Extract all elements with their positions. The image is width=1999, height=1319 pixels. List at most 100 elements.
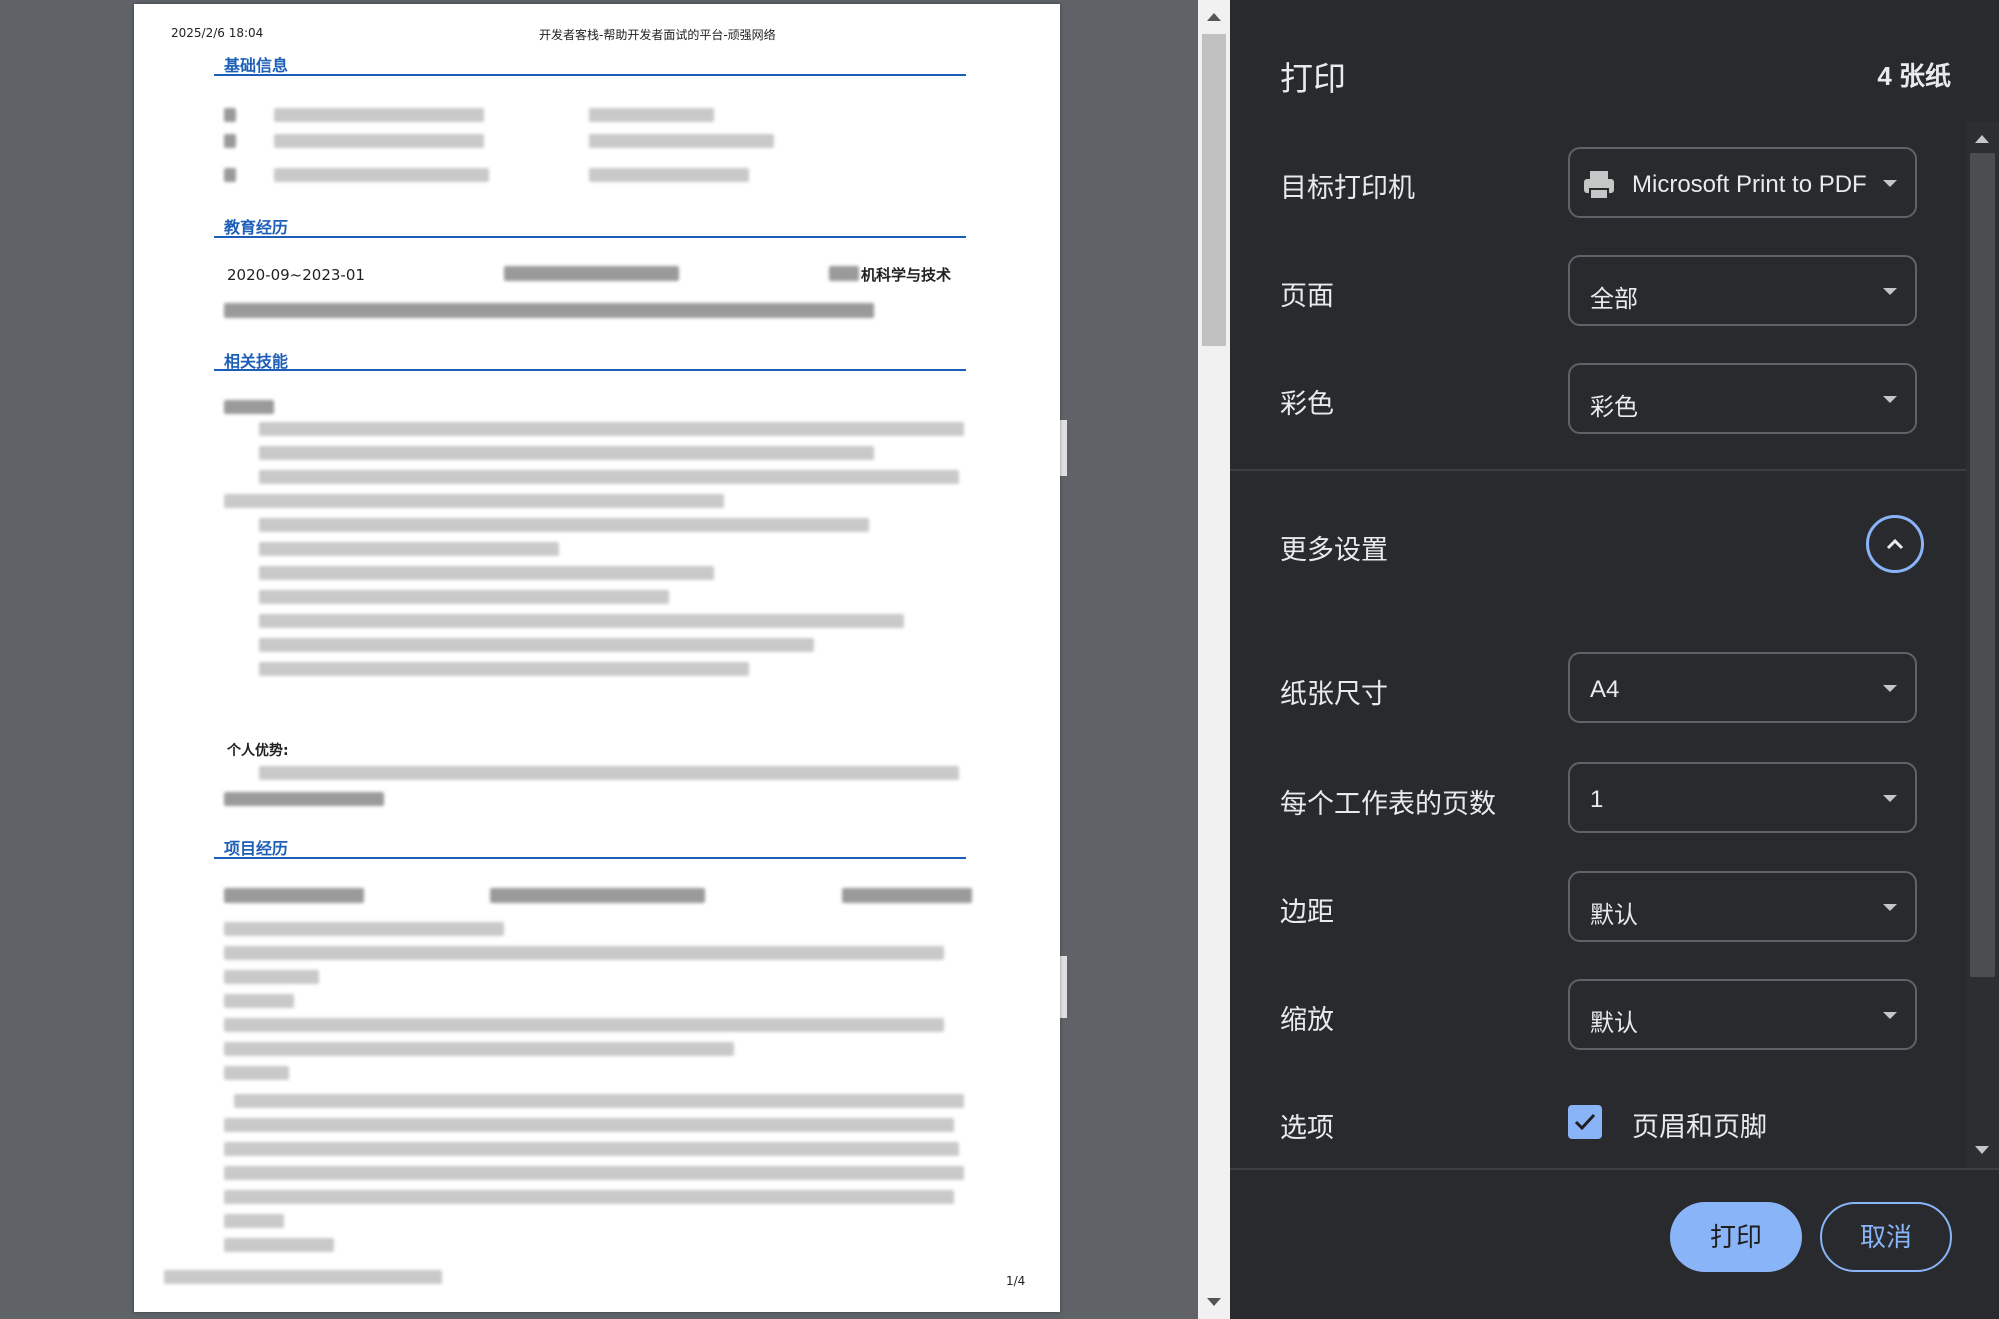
dropdown-caret-icon: [1883, 795, 1897, 802]
redacted-text: [224, 1142, 959, 1156]
destination-select[interactable]: Microsoft Print to PDF: [1568, 147, 1917, 218]
preview-page: 2025/2/6 18:04 开发者客栈-帮助开发者面试的平台-顽强网络 基础信…: [134, 4, 1060, 1312]
redacted-text: [829, 266, 859, 281]
pages-per-sheet-select[interactable]: 1: [1568, 762, 1917, 833]
pages-per-sheet-label: 每个工作表的页数: [1280, 789, 1496, 819]
redacted-text: [224, 994, 294, 1008]
color-select[interactable]: 彩色: [1568, 363, 1917, 434]
redacted-text: [490, 888, 705, 903]
scroll-up-arrow-icon[interactable]: [1207, 13, 1221, 21]
scroll-up-arrow-icon[interactable]: [1975, 135, 1989, 143]
cancel-button[interactable]: 取消: [1820, 1202, 1952, 1272]
redacted-text: [224, 1066, 289, 1080]
header-date: 2025/2/6 18:04: [171, 26, 264, 40]
print-preview-area: 2025/2/6 18:04 开发者客栈-帮助开发者面试的平台-顽强网络 基础信…: [0, 0, 1198, 1319]
section-divider: [214, 74, 966, 76]
margins-value: 默认: [1590, 902, 1638, 929]
paper-size-select[interactable]: A4: [1568, 652, 1917, 723]
redacted-text: [224, 946, 944, 960]
redacted-text: [224, 970, 319, 984]
redacted-text: [224, 888, 364, 903]
edu-major: 机科学与技术: [861, 266, 952, 284]
redacted-text: [259, 662, 749, 676]
scale-select[interactable]: 默认: [1568, 979, 1917, 1050]
margins-label: 边距: [1280, 897, 1334, 927]
redacted-text: [259, 446, 874, 460]
header-footer-checkbox[interactable]: [1568, 1105, 1602, 1139]
section-title-education: 教育经历: [224, 218, 289, 237]
scroll-down-arrow-icon[interactable]: [1975, 1146, 1989, 1154]
redacted-text: [274, 134, 484, 148]
scale-label: 缩放: [1280, 1005, 1334, 1035]
redacted-text: [224, 134, 236, 148]
edu-date: 2020-09~2023-01: [227, 266, 365, 284]
print-button[interactable]: 打印: [1670, 1202, 1802, 1272]
redacted-text: [259, 566, 714, 580]
dropdown-caret-icon: [1883, 288, 1897, 295]
redacted-text: [234, 1094, 964, 1108]
redacted-text: [224, 1190, 954, 1204]
more-settings-label[interactable]: 更多设置: [1280, 528, 1388, 567]
redacted-text: [259, 470, 959, 484]
redacted-text: [224, 1042, 734, 1056]
redacted-text: [259, 766, 959, 780]
pages-value: 全部: [1590, 286, 1638, 313]
redacted-text: [259, 590, 669, 604]
redacted-text: [224, 168, 236, 182]
dropdown-caret-icon: [1883, 180, 1897, 187]
section-title-projects: 项目经历: [224, 839, 289, 858]
pages-label: 页面: [1280, 281, 1334, 311]
advantage-label: 个人优势:: [227, 743, 289, 759]
section-title-basic: 基础信息: [224, 56, 289, 75]
more-settings-toggle[interactable]: [1866, 515, 1924, 573]
printer-icon: [1584, 171, 1614, 200]
options-label: 选项: [1280, 1113, 1334, 1143]
redacted-text: [259, 542, 559, 556]
redacted-text: [589, 168, 749, 182]
margins-select[interactable]: 默认: [1568, 871, 1917, 942]
section-divider: [214, 369, 966, 371]
section-divider: [214, 236, 966, 238]
panel-title: 打印: [1280, 60, 1346, 97]
redacted-text: [259, 638, 814, 652]
header-title: 开发者客栈-帮助开发者面试的平台-顽强网络: [539, 28, 776, 42]
redacted-text: [589, 108, 714, 122]
pages-select[interactable]: 全部: [1568, 255, 1917, 326]
header-footer-label[interactable]: 页眉和页脚: [1632, 1105, 1767, 1144]
destination-value: Microsoft Print to PDF: [1632, 171, 1867, 198]
preview-scrollbar-thumb[interactable]: [1202, 34, 1226, 346]
redacted-text: [274, 168, 489, 182]
dropdown-caret-icon: [1883, 1012, 1897, 1019]
chevron-up-icon: [1886, 538, 1904, 550]
redacted-text: [259, 614, 904, 628]
dropdown-caret-icon: [1883, 685, 1897, 692]
redacted-text: [224, 922, 504, 936]
settings-scrollbar-thumb[interactable]: [1970, 153, 1995, 977]
redacted-text: [224, 1118, 954, 1132]
redacted-text: [259, 422, 964, 436]
scroll-down-arrow-icon[interactable]: [1207, 1298, 1221, 1306]
redacted-text: [224, 1238, 334, 1252]
paper-size-label: 纸张尺寸: [1280, 679, 1388, 709]
redacted-text: [224, 400, 274, 414]
redacted-footer-url: [164, 1270, 442, 1284]
redacted-text: [504, 266, 679, 281]
redacted-text: [224, 494, 724, 508]
page-number: 1/4: [1006, 1274, 1026, 1288]
redacted-text: [259, 518, 869, 532]
redacted-text: [842, 888, 972, 903]
redacted-text: [224, 303, 874, 318]
sheet-count: 4 张纸: [1877, 61, 1951, 91]
print-settings-panel: 打印 4 张纸 目标打印机 Microsoft Print to PDF 页面 …: [1230, 0, 1999, 1319]
redacted-text: [224, 792, 384, 806]
destination-label: 目标打印机: [1280, 173, 1415, 203]
redacted-text: [224, 108, 236, 122]
redacted-text: [224, 1166, 964, 1180]
pages-per-sheet-value: 1: [1590, 786, 1604, 813]
redacted-text: [274, 108, 484, 122]
paper-size-value: A4: [1590, 676, 1620, 703]
section-divider: [214, 857, 966, 859]
dropdown-caret-icon: [1883, 396, 1897, 403]
redacted-text: [224, 1214, 284, 1228]
color-label: 彩色: [1280, 389, 1334, 419]
